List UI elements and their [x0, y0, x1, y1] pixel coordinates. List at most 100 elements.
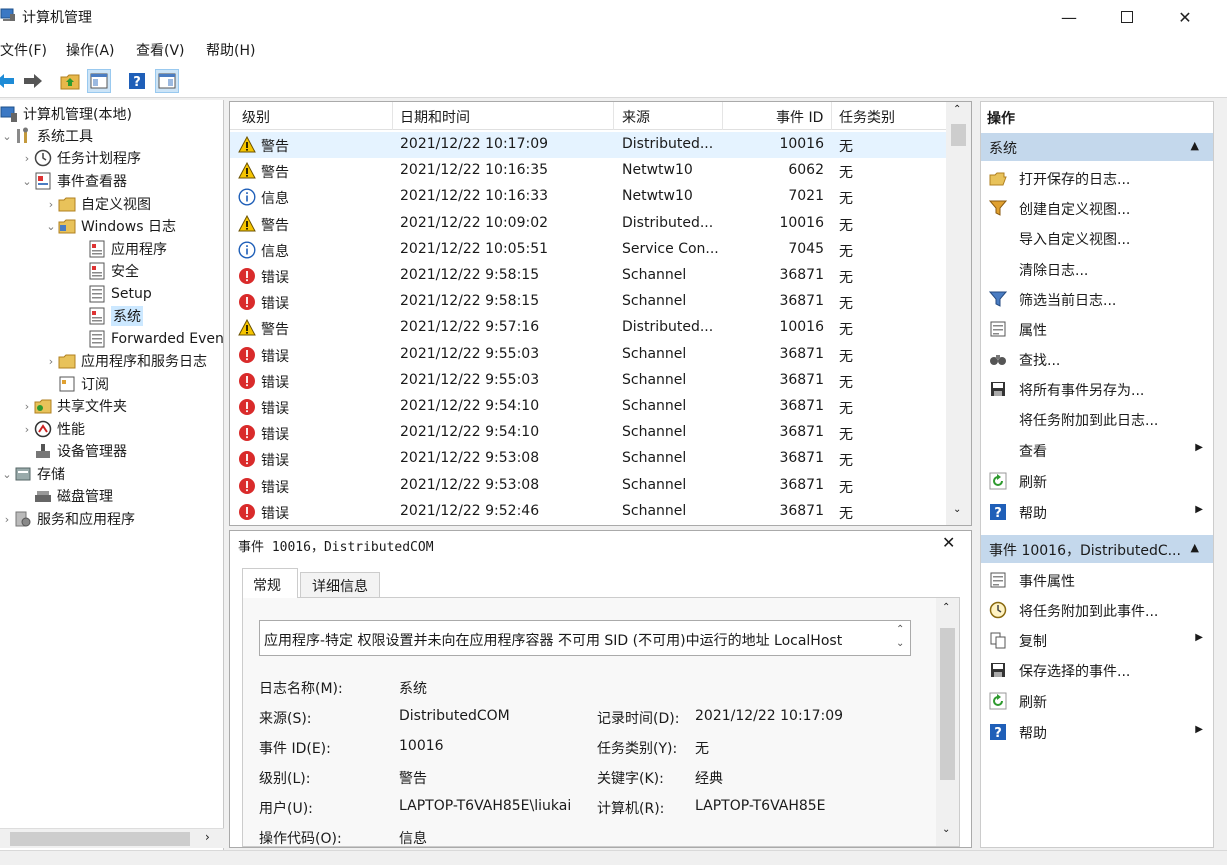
- table-row[interactable]: 警告 2021/12/22 10:09:02 Distributed... 10016…: [230, 211, 946, 237]
- tree-item-custom-views[interactable]: › 自定义视图: [44, 193, 151, 215]
- chevron-right-icon[interactable]: ›: [0, 513, 14, 526]
- table-row[interactable]: 警告 2021/12/22 10:17:09 Distributed... 10016…: [230, 132, 946, 158]
- action-filter-current-log[interactable]: 筛选当前日志...: [981, 284, 1213, 314]
- tree-item-services-apps[interactable]: › 服务和应用程序: [0, 508, 135, 530]
- tree-item-performance[interactable]: › 性能: [20, 418, 85, 440]
- action-find[interactable]: 查找...: [981, 344, 1213, 374]
- tab-general[interactable]: 常规: [242, 568, 298, 598]
- tree-item-event-viewer[interactable]: ⌄ 事件查看器: [20, 170, 127, 192]
- table-row[interactable]: 警告 2021/12/22 10:16:35 Netwtw10 6062 无: [230, 158, 946, 184]
- action-save-selected-events[interactable]: 保存选择的事件...: [981, 655, 1213, 685]
- action-open-saved-log[interactable]: 打开保存的日志...: [981, 163, 1213, 193]
- column-source[interactable]: 来源: [622, 107, 650, 127]
- action-properties[interactable]: 属性: [981, 314, 1213, 344]
- forward-button[interactable]: [20, 69, 44, 93]
- event-list-scrollbar[interactable]: ⌃ ⌄: [946, 102, 971, 525]
- tree-item-storage[interactable]: ⌄ 存储: [0, 463, 65, 485]
- action-create-custom-view[interactable]: 创建自定义视图...: [981, 193, 1213, 223]
- scroll-up-icon[interactable]: ⌃: [953, 104, 961, 115]
- column-datetime[interactable]: 日期和时间: [400, 107, 470, 127]
- scrollbar-thumb[interactable]: [10, 832, 190, 846]
- tree-item-security[interactable]: 安全: [88, 260, 139, 282]
- tab-details[interactable]: 详细信息: [300, 572, 380, 598]
- chevron-down-icon[interactable]: ⌄: [44, 220, 58, 233]
- table-row[interactable]: 错误 2021/12/22 9:53:08 Schannel 36871 无: [230, 446, 946, 472]
- scroll-down-icon[interactable]: ⌄: [953, 504, 961, 515]
- table-row[interactable]: 错误 2021/12/22 9:54:10 Schannel 36871 无: [230, 394, 946, 420]
- table-row[interactable]: 错误 2021/12/22 9:55:03 Schannel 36871 无: [230, 368, 946, 394]
- close-button[interactable]: ✕: [1156, 0, 1214, 34]
- tree-item-app-service-logs[interactable]: › 应用程序和服务日志: [44, 350, 207, 372]
- action-help[interactable]: ? 帮助 ▶: [981, 497, 1213, 527]
- tree-item-windows-logs[interactable]: ⌄ Windows 日志: [44, 215, 176, 237]
- scroll-down-icon[interactable]: ⌄: [942, 824, 950, 835]
- tree-item-forwarded-events[interactable]: Forwarded Even: [88, 328, 223, 350]
- menu-view[interactable]: 查看(V): [136, 40, 185, 60]
- collapse-icon[interactable]: ▲: [1191, 139, 1199, 152]
- table-row[interactable]: 信息 2021/12/22 10:05:51 Service Con... 7045 无: [230, 237, 946, 263]
- chevron-right-icon[interactable]: ›: [20, 400, 34, 413]
- actions-section-event[interactable]: 事件 10016，DistributedC... ▲: [981, 535, 1213, 563]
- scroll-right-icon[interactable]: ›: [205, 830, 210, 844]
- table-row[interactable]: 错误 2021/12/22 9:55:03 Schannel 36871 无: [230, 342, 946, 368]
- chevron-down-icon[interactable]: ⌄: [0, 468, 14, 481]
- show-hide-action-pane-button[interactable]: [155, 69, 179, 93]
- table-row[interactable]: 错误 2021/12/22 9:54:10 Schannel 36871 无: [230, 420, 946, 446]
- actions-section-system[interactable]: 系统 ▲: [981, 133, 1213, 161]
- tree-item-setup[interactable]: Setup: [88, 283, 152, 305]
- action-attach-task-to-event[interactable]: 将任务附加到此事件...: [981, 595, 1213, 625]
- scrollbar-thumb[interactable]: [940, 628, 955, 780]
- action-help-2[interactable]: ? 帮助 ▶: [981, 717, 1213, 747]
- table-row[interactable]: 信息 2021/12/22 10:16:33 Netwtw10 7021 无: [230, 184, 946, 210]
- scroll-up-icon[interactable]: ⌃: [942, 602, 950, 613]
- tree-item-system-tools[interactable]: ⌄ 系统工具: [0, 125, 93, 147]
- tree-item-device-manager[interactable]: 设备管理器: [34, 440, 127, 462]
- event-message-box[interactable]: 应用程序-特定 权限设置并未向在应用程序容器 不可用 SID (不可用)中运行的…: [259, 620, 911, 656]
- tree-item-subscriptions[interactable]: 订阅: [58, 373, 109, 395]
- back-button[interactable]: [0, 69, 18, 93]
- help-button[interactable]: ?: [125, 69, 149, 93]
- action-view[interactable]: 查看 ▶: [981, 435, 1213, 465]
- column-event-id[interactable]: 事件 ID: [776, 107, 823, 127]
- table-row[interactable]: 错误 2021/12/22 9:58:15 Schannel 36871 无: [230, 263, 946, 289]
- tree-item-task-scheduler[interactable]: › 任务计划程序: [20, 147, 141, 169]
- menu-file[interactable]: 文件(F): [0, 40, 47, 60]
- menu-action[interactable]: 操作(A): [66, 40, 115, 60]
- tree-item-application[interactable]: 应用程序: [88, 238, 167, 260]
- message-scroll-icon[interactable]: ⌃ ⌄: [896, 623, 904, 651]
- action-refresh[interactable]: 刷新: [981, 466, 1213, 496]
- action-clear-log[interactable]: 清除日志...: [981, 254, 1213, 284]
- maximize-button[interactable]: [1098, 0, 1156, 34]
- action-save-all-events[interactable]: 将所有事件另存为...: [981, 374, 1213, 404]
- chevron-right-icon[interactable]: ›: [20, 152, 34, 165]
- show-hide-tree-button[interactable]: [87, 69, 111, 93]
- close-icon[interactable]: ✕: [942, 533, 955, 552]
- tree-item-system[interactable]: 系统: [88, 305, 143, 327]
- table-row[interactable]: 错误 2021/12/22 9:52:46 Schannel 36871 无: [230, 499, 946, 525]
- table-row[interactable]: 错误 2021/12/22 9:53:08 Schannel 36871 无: [230, 473, 946, 499]
- scrollbar-thumb[interactable]: [951, 124, 966, 146]
- menu-help[interactable]: 帮助(H): [206, 40, 255, 60]
- action-attach-task-to-log[interactable]: 将任务附加到此日志...: [981, 404, 1213, 434]
- detail-scrollbar[interactable]: ⌃ ⌄: [936, 598, 959, 846]
- chevron-right-icon[interactable]: ›: [44, 198, 58, 211]
- table-row[interactable]: 警告 2021/12/22 9:57:16 Distributed... 10016 无: [230, 315, 946, 341]
- collapse-icon[interactable]: ▲: [1191, 541, 1199, 554]
- chevron-right-icon[interactable]: ›: [44, 355, 58, 368]
- tree-item-computer-management[interactable]: 计算机管理(本地): [0, 103, 132, 125]
- chevron-down-icon[interactable]: ⌄: [0, 130, 14, 143]
- up-folder-button[interactable]: [58, 69, 82, 93]
- column-level[interactable]: 级别: [242, 107, 270, 127]
- table-row[interactable]: 错误 2021/12/22 9:58:15 Schannel 36871 无: [230, 289, 946, 315]
- tree-horizontal-scrollbar[interactable]: ›: [0, 828, 224, 848]
- tree-item-shared-folders[interactable]: › 共享文件夹: [20, 395, 127, 417]
- minimize-button[interactable]: —: [1040, 0, 1098, 34]
- tree-item-disk-management[interactable]: 磁盘管理: [34, 485, 113, 507]
- action-import-custom-view[interactable]: 导入自定义视图...: [981, 223, 1213, 253]
- column-task-category[interactable]: 任务类别: [839, 107, 895, 127]
- action-copy[interactable]: 复制 ▶: [981, 625, 1213, 655]
- action-refresh-2[interactable]: 刷新: [981, 686, 1213, 716]
- action-event-properties[interactable]: 事件属性: [981, 565, 1213, 595]
- chevron-right-icon[interactable]: ›: [20, 423, 34, 436]
- chevron-down-icon[interactable]: ⌄: [20, 175, 34, 188]
